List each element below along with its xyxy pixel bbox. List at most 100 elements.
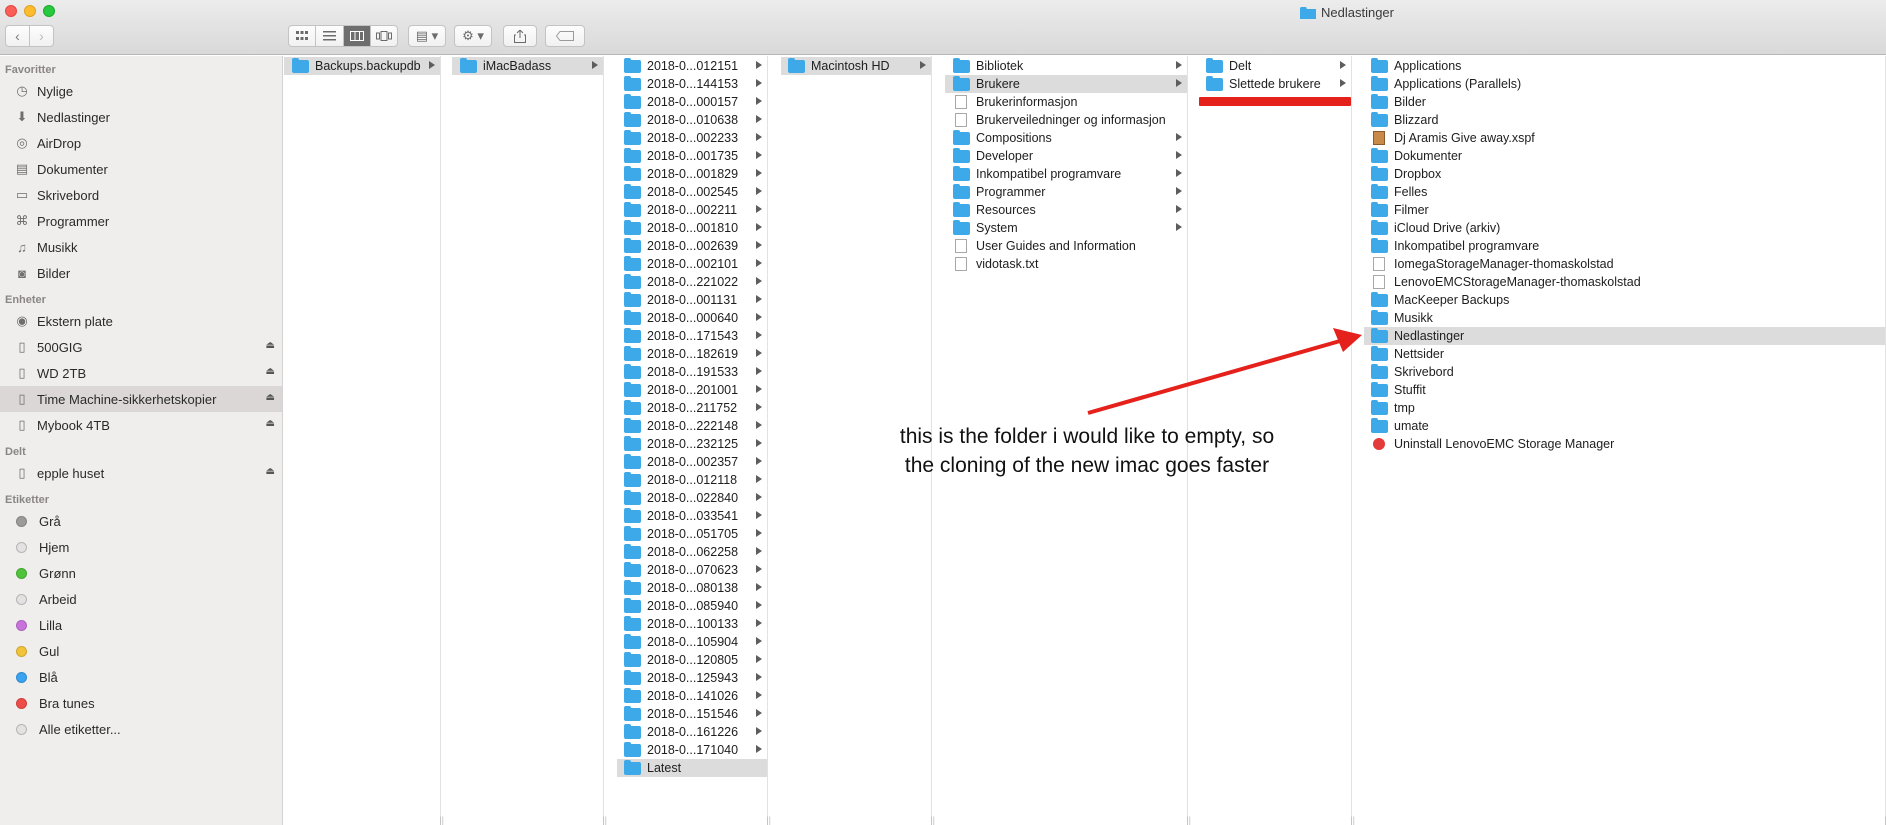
file-row-2018-0-033541[interactable]: 2018-0...033541 bbox=[617, 507, 767, 525]
sidebar-item-time-machine-sikkerhetskopier[interactable]: ▯ Time Machine-sikkerhetskopier ⏏ bbox=[0, 386, 282, 412]
group-by-button[interactable]: ▤ ▾ bbox=[408, 25, 446, 47]
file-row-2018-0-002211[interactable]: 2018-0...002211 bbox=[617, 201, 767, 219]
sidebar-tag-arbeid[interactable]: Arbeid bbox=[0, 586, 282, 612]
file-row-delt[interactable]: Delt bbox=[1199, 57, 1351, 75]
sidebar-item-bilder[interactable]: ◙ Bilder bbox=[0, 260, 282, 286]
file-row-2018-0-141026[interactable]: 2018-0...141026 bbox=[617, 687, 767, 705]
file-row-stuffit[interactable]: Stuffit bbox=[1364, 381, 1885, 399]
icon-view-button[interactable] bbox=[289, 26, 315, 46]
file-row-2018-0-002639[interactable]: 2018-0...002639 bbox=[617, 237, 767, 255]
file-row-2018-0-221022[interactable]: 2018-0...221022 bbox=[617, 273, 767, 291]
file-row-musikk[interactable]: Musikk bbox=[1364, 309, 1885, 327]
sidebar-tag-gul[interactable]: Gul bbox=[0, 638, 282, 664]
file-row-dropbox[interactable]: Dropbox bbox=[1364, 165, 1885, 183]
file-row-2018-0-100133[interactable]: 2018-0...100133 bbox=[617, 615, 767, 633]
eject-icon[interactable]: ⏏ bbox=[266, 340, 275, 351]
column-view-button[interactable] bbox=[342, 26, 370, 46]
file-row-developer[interactable]: Developer bbox=[945, 147, 1187, 165]
file-row-system[interactable]: System bbox=[945, 219, 1187, 237]
file-row-filmer[interactable]: Filmer bbox=[1364, 201, 1885, 219]
sidebar-item-dokumenter[interactable]: ▤ Dokumenter bbox=[0, 156, 282, 182]
share-button[interactable] bbox=[503, 25, 537, 47]
file-row-2018-0-171040[interactable]: 2018-0...171040 bbox=[617, 741, 767, 759]
file-row-2018-0-000640[interactable]: 2018-0...000640 bbox=[617, 309, 767, 327]
file-row-2018-0-000157[interactable]: 2018-0...000157 bbox=[617, 93, 767, 111]
column-resize-handle[interactable]: || bbox=[766, 815, 771, 825]
eject-icon[interactable]: ⏏ bbox=[266, 418, 275, 429]
forward-button[interactable]: › bbox=[29, 26, 53, 46]
file-row-2018-0-012118[interactable]: 2018-0...012118 bbox=[617, 471, 767, 489]
sidebar-item-nylige[interactable]: ◷ Nylige bbox=[0, 78, 282, 104]
file-row-2018-0-010638[interactable]: 2018-0...010638 bbox=[617, 111, 767, 129]
file-row-tmp[interactable]: tmp bbox=[1364, 399, 1885, 417]
column-resize-handle[interactable]: || bbox=[602, 815, 607, 825]
file-row-2018-0-161226[interactable]: 2018-0...161226 bbox=[617, 723, 767, 741]
file-row-2018-0-002545[interactable]: 2018-0...002545 bbox=[617, 183, 767, 201]
file-row-2018-0-232125[interactable]: 2018-0...232125 bbox=[617, 435, 767, 453]
close-window-button[interactable] bbox=[5, 5, 17, 17]
column-resize-handle[interactable]: || bbox=[930, 815, 935, 825]
file-row-felles[interactable]: Felles bbox=[1364, 183, 1885, 201]
file-row-2018-0-182619[interactable]: 2018-0...182619 bbox=[617, 345, 767, 363]
sidebar-tag-hjem[interactable]: Hjem bbox=[0, 534, 282, 560]
list-view-button[interactable] bbox=[315, 26, 342, 46]
zoom-window-button[interactable] bbox=[43, 5, 55, 17]
sidebar-tag-bl[interactable]: Blå bbox=[0, 664, 282, 690]
file-row-brukere[interactable]: Brukere bbox=[945, 75, 1187, 93]
file-row-brukerveiledninger-og-informasjon[interactable]: Brukerveiledninger og informasjon bbox=[945, 111, 1187, 129]
file-row-uninstall-lenovoemc-storage-manager[interactable]: Uninstall LenovoEMC Storage Manager bbox=[1364, 435, 1885, 453]
sidebar-tag-gr[interactable]: Grå bbox=[0, 508, 282, 534]
file-row-dj-aramis-give-away-xspf[interactable]: Dj Aramis Give away.xspf bbox=[1364, 129, 1885, 147]
file-row-2018-0-001735[interactable]: 2018-0...001735 bbox=[617, 147, 767, 165]
sidebar-item-500gig[interactable]: ▯ 500GIG ⏏ bbox=[0, 334, 282, 360]
file-row-skrivebord[interactable]: Skrivebord bbox=[1364, 363, 1885, 381]
file-row-compositions[interactable]: Compositions bbox=[945, 129, 1187, 147]
sidebar-item-nedlastinger[interactable]: ⬇ Nedlastinger bbox=[0, 104, 282, 130]
file-row-iomegastoragemanager-thomaskolstad[interactable]: IomegaStorageManager-thomaskolstad bbox=[1364, 255, 1885, 273]
file-row-brukerinformasjon[interactable]: Brukerinformasjon bbox=[945, 93, 1187, 111]
file-row-imacbadass[interactable]: iMacBadass bbox=[452, 57, 603, 75]
sidebar-item-wd-2tb[interactable]: ▯ WD 2TB ⏏ bbox=[0, 360, 282, 386]
eject-icon[interactable]: ⏏ bbox=[266, 366, 275, 377]
file-row-lenovoemcstoragemanager-thomaskolstad[interactable]: LenovoEMCStorageManager-thomaskolstad bbox=[1364, 273, 1885, 291]
file-row-2018-0-105904[interactable]: 2018-0...105904 bbox=[617, 633, 767, 651]
file-row-2018-0-125943[interactable]: 2018-0...125943 bbox=[617, 669, 767, 687]
sidebar-item-musikk[interactable]: ♫ Musikk bbox=[0, 234, 282, 260]
file-row-inkompatibel-programvare[interactable]: Inkompatibel programvare bbox=[945, 165, 1187, 183]
file-row-2018-0-012151[interactable]: 2018-0...012151 bbox=[617, 57, 767, 75]
file-row-2018-0-002233[interactable]: 2018-0...002233 bbox=[617, 129, 767, 147]
file-row-2018-0-001829[interactable]: 2018-0...001829 bbox=[617, 165, 767, 183]
file-row-2018-0-191533[interactable]: 2018-0...191533 bbox=[617, 363, 767, 381]
eject-icon[interactable]: ⏏ bbox=[266, 466, 275, 477]
minimize-window-button[interactable] bbox=[24, 5, 36, 17]
file-row-backups-backupdb[interactable]: Backups.backupdb bbox=[284, 57, 440, 75]
sidebar-tag-alle-etiketter[interactable]: Alle etiketter... bbox=[0, 716, 282, 742]
file-row-2018-0-211752[interactable]: 2018-0...211752 bbox=[617, 399, 767, 417]
file-row-inkompatibel-programvare[interactable]: Inkompatibel programvare bbox=[1364, 237, 1885, 255]
file-row-2018-0-120805[interactable]: 2018-0...120805 bbox=[617, 651, 767, 669]
tags-button[interactable] bbox=[545, 25, 585, 47]
sidebar-tag-lilla[interactable]: Lilla bbox=[0, 612, 282, 638]
cover-flow-view-button[interactable] bbox=[369, 26, 397, 46]
file-row-bilder[interactable]: Bilder bbox=[1364, 93, 1885, 111]
file-row-2018-0-080138[interactable]: 2018-0...080138 bbox=[617, 579, 767, 597]
sidebar-item-ekstern-plate[interactable]: ◉ Ekstern plate bbox=[0, 308, 282, 334]
file-row-2018-0-051705[interactable]: 2018-0...051705 bbox=[617, 525, 767, 543]
file-row-slettede-brukere[interactable]: Slettede brukere bbox=[1199, 75, 1351, 93]
file-row-2018-0-222148[interactable]: 2018-0...222148 bbox=[617, 417, 767, 435]
file-row-2018-0-151546[interactable]: 2018-0...151546 bbox=[617, 705, 767, 723]
file-row-mackeeper-backups[interactable]: MacKeeper Backups bbox=[1364, 291, 1885, 309]
sidebar-item-skrivebord[interactable]: ▭ Skrivebord bbox=[0, 182, 282, 208]
sidebar-tag-gr-nn[interactable]: Grønn bbox=[0, 560, 282, 586]
file-row-umate[interactable]: umate bbox=[1364, 417, 1885, 435]
file-row-2018-0-171543[interactable]: 2018-0...171543 bbox=[617, 327, 767, 345]
sidebar-item-epple-huset[interactable]: ▯ epple huset ⏏ bbox=[0, 460, 282, 486]
sidebar-item-mybook-4tb[interactable]: ▯ Mybook 4TB ⏏ bbox=[0, 412, 282, 438]
file-row-user-guides-and-information[interactable]: User Guides and Information bbox=[945, 237, 1187, 255]
file-row-2018-0-144153[interactable]: 2018-0...144153 bbox=[617, 75, 767, 93]
back-button[interactable]: ‹ bbox=[6, 26, 29, 46]
file-row-nettsider[interactable]: Nettsider bbox=[1364, 345, 1885, 363]
file-row-2018-0-201001[interactable]: 2018-0...201001 bbox=[617, 381, 767, 399]
file-row-2018-0-062258[interactable]: 2018-0...062258 bbox=[617, 543, 767, 561]
sidebar-tag-bra-tunes[interactable]: Bra tunes bbox=[0, 690, 282, 716]
